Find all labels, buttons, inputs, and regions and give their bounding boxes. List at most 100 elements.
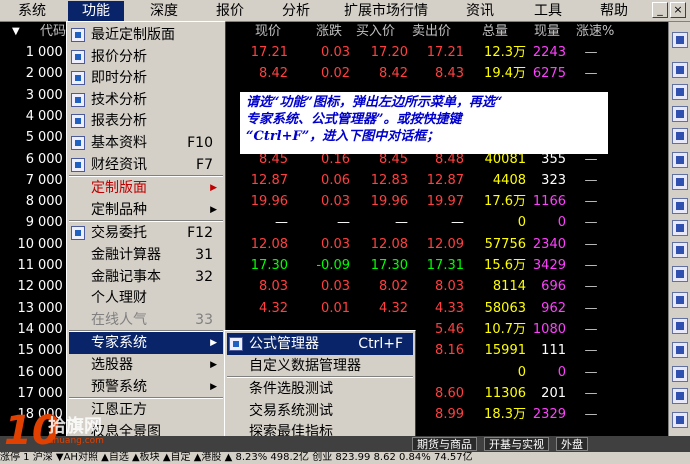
function-menu-item[interactable]: 即时分析 — [69, 67, 223, 89]
row-number: 11 — [17, 258, 34, 273]
toolbar-tool-icon[interactable] — [672, 266, 688, 282]
cell-ask: 17.31 — [426, 258, 464, 273]
header-price[interactable]: 现价 — [255, 22, 281, 42]
tab-overseas[interactable]: 外盘 — [556, 437, 588, 451]
header-change[interactable]: 涨跌 — [316, 22, 342, 42]
cell-cur: 2243 — [532, 45, 566, 60]
function-menu-item[interactable]: 定制品种 ▶ — [69, 199, 223, 221]
stock-code: 000 — [38, 108, 63, 124]
menu-item-label: 个人理财 — [91, 290, 147, 307]
header-bid[interactable]: 买入价 — [356, 22, 395, 42]
cell-ask: 12.87 — [426, 172, 464, 188]
tab-funds[interactable]: 开基与实视 — [484, 437, 549, 451]
function-menu-item[interactable]: 定制版面 ▶ — [69, 177, 223, 199]
function-menu-item[interactable]: 财经资讯 F7 — [69, 154, 223, 176]
candlestick-icon — [71, 92, 85, 107]
function-menu-item[interactable]: 报价分析 — [69, 46, 223, 68]
toolbar-tool-icon[interactable] — [672, 174, 688, 190]
cell-cur: 696 — [541, 279, 566, 295]
toolbar-tool-icon[interactable] — [672, 152, 688, 168]
header-code[interactable]: 代码 — [40, 22, 66, 42]
cell-vol: 11306 — [484, 385, 526, 401]
cell-bid: — — [395, 215, 408, 231]
cell-cur: 3429 — [532, 258, 566, 273]
toolbar-tool-icon[interactable] — [672, 388, 688, 404]
minimize-button[interactable]: _ — [652, 2, 668, 18]
menu-item-label: 定制品种 — [91, 201, 147, 218]
function-menu-item[interactable]: 金融计算器 31 — [69, 244, 223, 266]
toolbar-tool-icon[interactable] — [672, 292, 688, 308]
header-speed[interactable]: 涨速% — [576, 22, 614, 42]
menu-analysis[interactable]: 分析 — [272, 1, 320, 21]
row-number: 1 — [25, 45, 34, 60]
close-button[interactable]: × — [670, 2, 686, 18]
sort-arrow-icon[interactable]: ▼ — [12, 22, 20, 42]
function-menu-item[interactable]: 最近定制版面 — [69, 24, 223, 46]
toolbar-tool-icon[interactable] — [672, 198, 688, 214]
menu-system[interactable]: 系统 — [8, 1, 56, 21]
formula-manager-item[interactable]: 公式管理器 Ctrl+F — [227, 333, 413, 355]
menu-item-label: 财经资讯 — [91, 156, 147, 173]
cell-bid: 17.20 — [370, 45, 408, 60]
function-menu-item[interactable]: 预警系统 ▶ — [69, 376, 223, 398]
cell-ask: 12.09 — [426, 236, 464, 252]
submenu-arrow-icon: ▶ — [210, 183, 217, 194]
function-menu-item[interactable]: 个人理财 — [69, 287, 223, 309]
cell-spd: — — [584, 300, 598, 316]
stock-code: 000 — [38, 364, 63, 380]
toolbar-tool-icon[interactable] — [672, 412, 688, 428]
function-menu-item[interactable]: 专家系统 ▶ — [69, 332, 223, 355]
toolbar-tool-icon[interactable] — [672, 318, 688, 334]
header-volume[interactable]: 总量 — [482, 22, 508, 42]
toolbar-tool-icon[interactable] — [672, 128, 688, 144]
menu-quote[interactable]: 报价 — [206, 1, 254, 21]
toolbar-tool-icon[interactable] — [672, 84, 688, 100]
menu-tools[interactable]: 工具 — [524, 1, 572, 21]
f12-icon — [71, 226, 85, 241]
realtime-chart-icon — [71, 71, 85, 86]
toolbar-tool-icon[interactable] — [672, 106, 688, 122]
function-menu-item[interactable]: 报表分析 — [69, 110, 223, 132]
function-menu-item[interactable]: 基本资料 F10 — [69, 132, 223, 154]
toolbar-tool-icon[interactable] — [672, 220, 688, 236]
function-menu-item[interactable]: 金融记事本 32 — [69, 266, 223, 288]
menu-depth[interactable]: 深度 — [140, 1, 188, 21]
cell-price: 17.21 — [250, 45, 288, 60]
header-ask[interactable]: 卖出价 — [412, 22, 451, 42]
expert-submenu-item[interactable]: 自定义数据管理器 — [227, 355, 413, 377]
cell-spd: — — [584, 45, 598, 60]
toolbar-tool-icon[interactable] — [672, 366, 688, 382]
menu-item-label: 公式管理器 — [249, 336, 319, 352]
note-line-3: “Ctrl+F”，进入下图中对话框； — [246, 129, 440, 144]
toolbar-tool-icon[interactable] — [672, 342, 688, 358]
menu-news[interactable]: 资讯 — [456, 1, 504, 21]
toolbar-tool-icon[interactable] — [672, 242, 688, 258]
cell-ask: 4.33 — [435, 300, 464, 316]
function-menu-item[interactable]: 技术分析 — [69, 89, 223, 111]
function-menu-item[interactable]: 选股器 ▶ — [69, 354, 223, 376]
function-menu: 最近定制版面 报价分析即时分析技术分析 报表分析 基本资料 F10 财经资讯 F7 定制版面 ▶… — [66, 21, 226, 464]
cell-cur: 111 — [541, 343, 566, 359]
function-menu-item[interactable]: 交易委托 F12 — [69, 222, 223, 244]
expert-submenu-item[interactable]: 交易系统测试 — [227, 400, 413, 422]
menu-item-label: 即时分析 — [91, 70, 147, 87]
stock-code: 000 — [38, 300, 63, 316]
cell-ask: 8.60 — [435, 385, 464, 401]
menu-extended-market[interactable]: 扩展市场行情 — [334, 1, 438, 21]
menu-function[interactable]: 功能 — [68, 1, 124, 21]
expert-system-submenu: 公式管理器 Ctrl+F 自定义数据管理器 条件选股测试 交易系统测试 探索最佳指标 — [224, 330, 416, 444]
tab-futures[interactable]: 期货与商品 — [412, 437, 477, 451]
menu-item-shortcut: F7 — [196, 156, 213, 173]
cell-spd: — — [584, 215, 598, 231]
stock-code: 000 — [38, 385, 63, 401]
toolbar-tool-icon[interactable] — [672, 32, 688, 48]
cell-chg: — — [337, 215, 350, 231]
toolbar-tool-icon[interactable] — [672, 62, 688, 78]
header-current-volume[interactable]: 现量 — [534, 22, 560, 42]
menu-item-shortcut: F10 — [187, 135, 213, 151]
cell-ask: 8.03 — [435, 279, 464, 295]
cell-spd: — — [584, 258, 598, 273]
expert-submenu-item[interactable]: 条件选股测试 — [227, 378, 413, 400]
menu-help[interactable]: 帮助 — [590, 1, 638, 21]
cell-chg: 0.01 — [321, 300, 350, 316]
